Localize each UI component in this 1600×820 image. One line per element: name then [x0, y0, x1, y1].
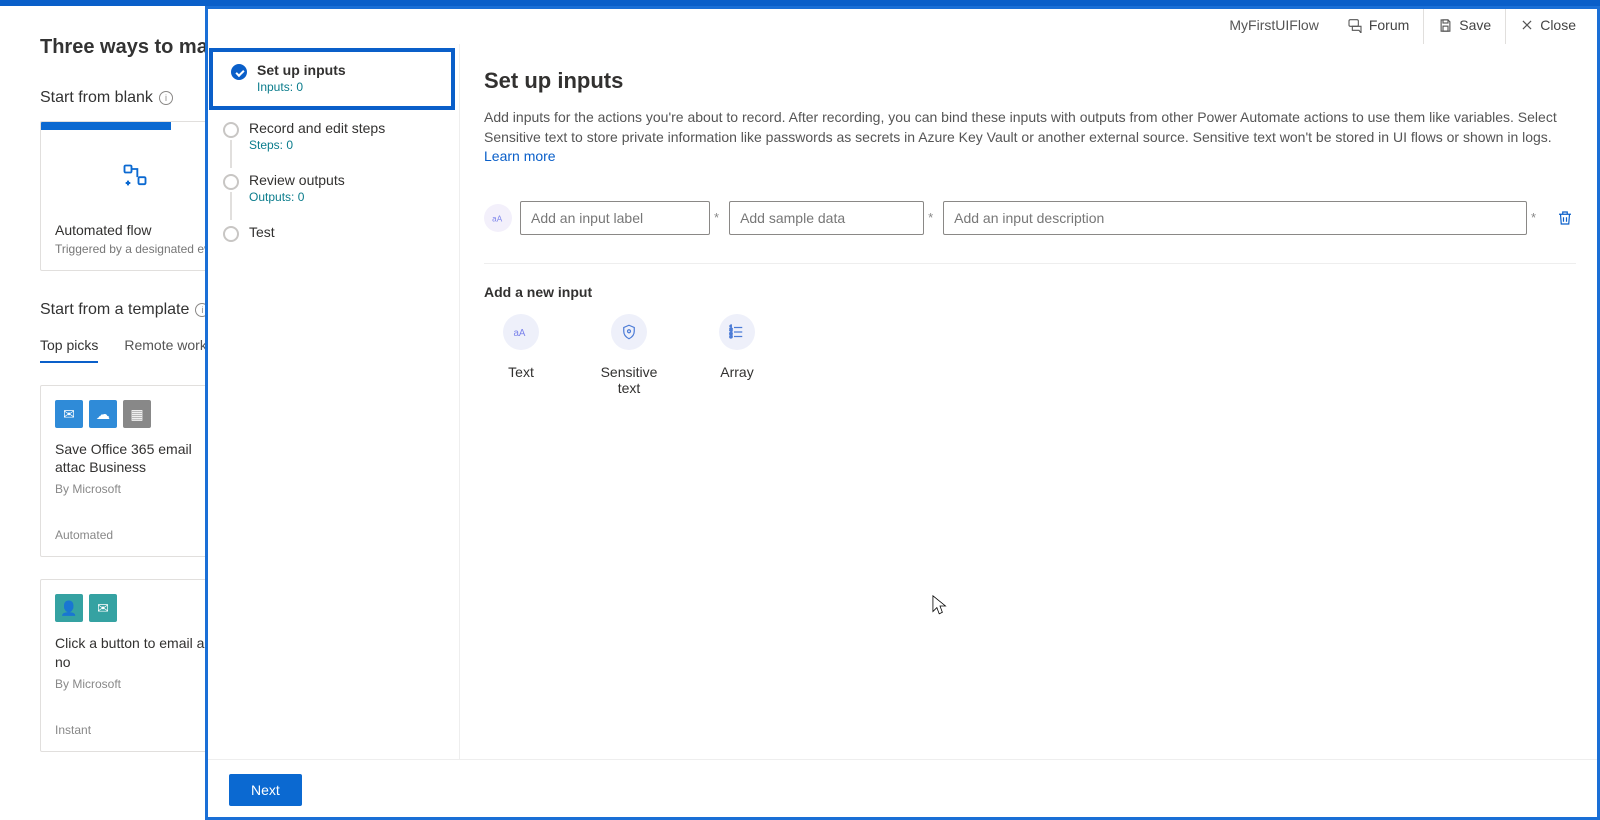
svg-text:3: 3 — [730, 334, 733, 340]
onedrive-icon: ☁ — [89, 400, 117, 428]
text-type-icon: aA — [484, 204, 512, 232]
flow-plus-icon — [121, 162, 149, 190]
add-text-input[interactable]: aA Text — [484, 314, 558, 396]
misc-icon: ▦ — [123, 400, 151, 428]
outlook-icon: ✉ — [55, 400, 83, 428]
learn-more-link[interactable]: Learn more — [484, 148, 556, 164]
flow-name-label: MyFirstUIFlow — [1229, 17, 1332, 33]
close-button[interactable]: Close — [1505, 6, 1590, 44]
modal-content: Set up inputs Add inputs for the actions… — [460, 44, 1600, 759]
ui-flow-modal: MyFirstUIFlow Forum Save Close Set up in… — [205, 6, 1600, 820]
step-review-outputs[interactable]: Review outputs Outputs: 0 — [205, 162, 459, 214]
next-button[interactable]: Next — [229, 774, 302, 806]
step-test[interactable]: Test — [205, 214, 459, 250]
close-icon — [1520, 18, 1534, 32]
required-mark: * — [1531, 210, 1536, 225]
add-new-input-heading: Add a new input — [484, 284, 1576, 300]
input-description-field[interactable] — [943, 201, 1527, 235]
tab-top-picks[interactable]: Top picks — [40, 337, 98, 363]
svg-text:aA: aA — [514, 328, 526, 339]
template-title: Save Office 365 email attac Business — [55, 440, 215, 476]
text-icon: aA — [503, 314, 539, 350]
modal-footer: Next — [205, 759, 1600, 820]
input-label-field[interactable] — [520, 201, 710, 235]
shield-icon — [611, 314, 647, 350]
template-type: Automated — [55, 528, 215, 542]
step-circle-icon — [223, 122, 239, 138]
template-type: Instant — [55, 723, 215, 737]
step-record-edit[interactable]: Record and edit steps Steps: 0 — [205, 110, 459, 162]
save-button[interactable]: Save — [1423, 6, 1505, 44]
modal-header: MyFirstUIFlow Forum Save Close — [205, 6, 1600, 44]
template-title: Click a button to email a no — [55, 634, 215, 670]
tab-remote-work[interactable]: Remote work — [124, 337, 206, 363]
card-title: Automated flow — [55, 222, 215, 238]
mail-icon: ✉ — [89, 594, 117, 622]
list-icon: 123 — [719, 314, 755, 350]
required-mark: * — [928, 210, 933, 225]
template-card-1[interactable]: ✉ ☁ ▦ Save Office 365 email attac Busine… — [40, 385, 230, 557]
step-circle-icon — [223, 226, 239, 242]
wizard-stepper: Set up inputs Inputs: 0 Record and edit … — [205, 44, 460, 759]
sample-data-field[interactable] — [729, 201, 924, 235]
template-by: By Microsoft — [55, 677, 215, 691]
add-sensitive-text-input[interactable]: Sensitive text — [592, 314, 666, 396]
info-icon: i — [159, 91, 173, 105]
automated-flow-card[interactable]: Automated flow Triggered by a designated… — [40, 121, 230, 271]
person-icon: 👤 — [55, 594, 83, 622]
forum-button[interactable]: Forum — [1333, 6, 1423, 44]
template-by: By Microsoft — [55, 482, 215, 496]
required-mark: * — [714, 210, 719, 225]
input-definition-row: aA * * * — [484, 201, 1576, 264]
delete-input-button[interactable] — [1556, 208, 1576, 228]
template-card-2[interactable]: 👤 ✉ Click a button to email a no By Micr… — [40, 579, 230, 751]
card-subtitle: Triggered by a designated ev — [55, 242, 215, 256]
content-title: Set up inputs — [484, 68, 1576, 94]
cursor-icon — [932, 595, 948, 617]
content-description: Add inputs for the actions you're about … — [484, 108, 1576, 167]
forum-icon — [1347, 17, 1363, 33]
add-array-input[interactable]: 123 Array — [700, 314, 774, 396]
svg-text:aA: aA — [492, 214, 503, 223]
step-done-icon — [231, 64, 247, 80]
step-circle-icon — [223, 174, 239, 190]
step-setup-inputs[interactable]: Set up inputs Inputs: 0 — [209, 48, 455, 110]
save-icon — [1438, 18, 1453, 33]
